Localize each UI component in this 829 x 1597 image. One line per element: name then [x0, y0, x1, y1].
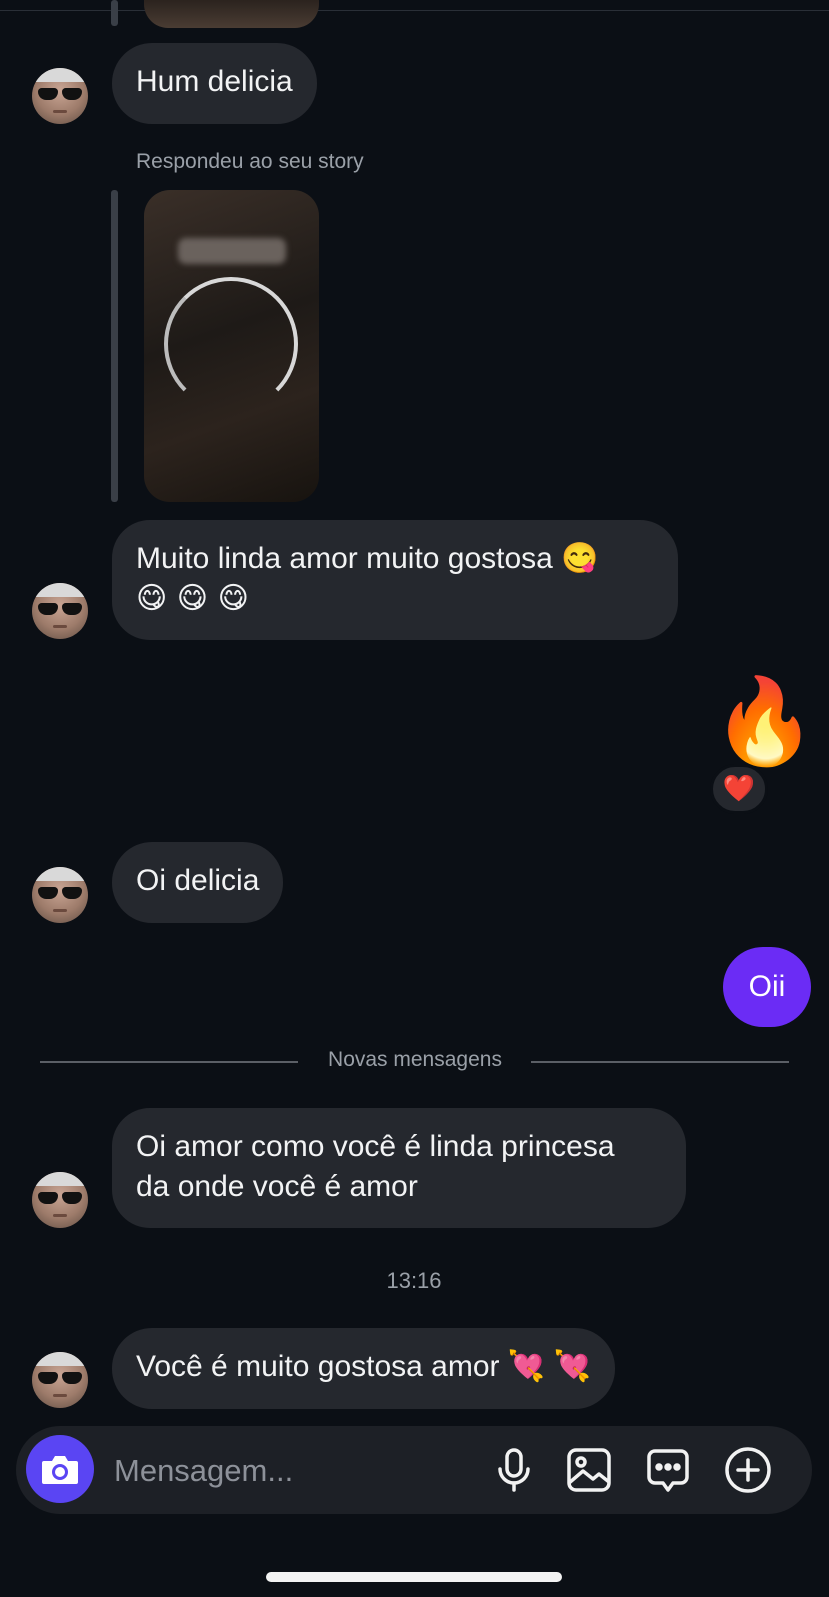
avatar[interactable]	[32, 583, 88, 639]
avatar[interactable]	[32, 1352, 88, 1408]
sticker-chat-button[interactable]	[642, 1444, 694, 1496]
message-text: Você é muito gostosa amor 💘 💘	[136, 1350, 591, 1383]
voice-button[interactable]	[488, 1444, 540, 1496]
timestamp: 13:16	[386, 1268, 442, 1293]
divider-line-right	[531, 1061, 789, 1063]
gallery-icon	[567, 1448, 611, 1492]
sticker-chat-icon	[647, 1449, 689, 1492]
camera-icon	[42, 1456, 78, 1484]
message-input[interactable]	[112, 1447, 476, 1495]
message-bubble[interactable]: Você é muito gostosa amor 💘 💘	[112, 1328, 615, 1409]
message-bubble[interactable]: Oi amor como você é linda princesa da on…	[112, 1108, 686, 1228]
fire-emoji-message[interactable]: 🔥	[712, 676, 817, 766]
avatar[interactable]	[32, 1172, 88, 1228]
story-thumbnail[interactable]	[144, 190, 319, 502]
sent-message-bubble[interactable]: Oii	[723, 947, 811, 1027]
message-text-line: 😋 😋 😋	[136, 581, 249, 616]
story-reply-bar	[111, 190, 118, 502]
story-reply-bar	[111, 0, 118, 26]
avatar[interactable]	[32, 867, 88, 923]
more-options-button[interactable]	[722, 1444, 774, 1496]
message-bubble[interactable]: Muito linda amor muito gostosa 😋 😋 😋 😋	[112, 520, 678, 640]
microphone-icon	[498, 1448, 530, 1492]
gallery-button[interactable]	[563, 1444, 615, 1496]
message-text-line: Muito linda amor muito gostosa 😋	[136, 542, 599, 575]
divider-line-left	[40, 1061, 298, 1063]
new-messages-divider: Novas mensagens	[328, 1048, 502, 1071]
plus-icon	[725, 1447, 771, 1493]
message-text-line: da onde você é amor	[136, 1170, 418, 1203]
avatar[interactable]	[32, 68, 88, 124]
message-text-line: Oi amor como você é linda princesa	[136, 1130, 615, 1163]
heart-reaction[interactable]: ❤️	[710, 764, 768, 814]
story-thumbnail-partial[interactable]	[144, 0, 319, 28]
message-text: Oii	[748, 970, 786, 1003]
loading-spinner-icon	[164, 277, 298, 411]
message-bubble[interactable]: Oi delicia	[112, 842, 284, 923]
message-bubble[interactable]: Hum delicia	[112, 43, 317, 124]
story-reply-label: Respondeu ao seu story	[136, 150, 364, 173]
home-indicator[interactable]	[266, 1572, 562, 1582]
message-text: Oi delicia	[136, 864, 260, 897]
message-text: Hum delicia	[136, 65, 293, 98]
top-divider	[0, 10, 829, 11]
camera-button[interactable]	[26, 1435, 94, 1503]
